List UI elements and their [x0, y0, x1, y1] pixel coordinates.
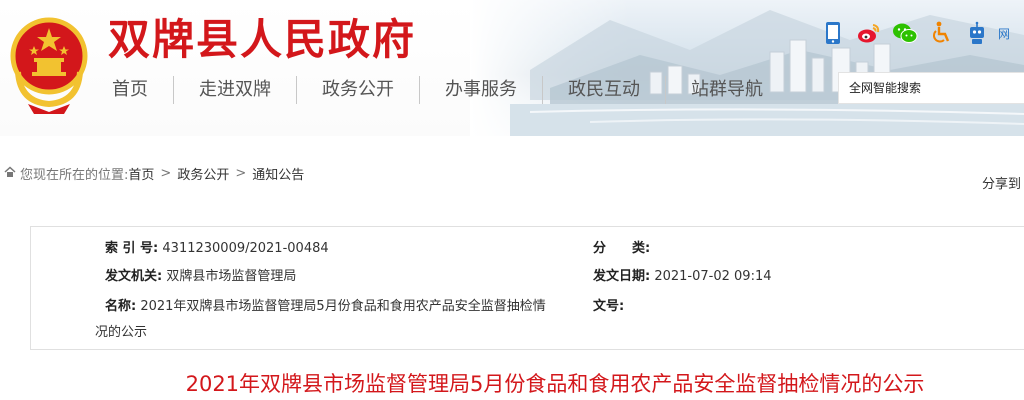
header-tools: 网 — [820, 20, 1010, 46]
nav-item-home[interactable]: 首页 — [96, 76, 174, 104]
date-value: 2021-07-02 09:14 — [654, 269, 772, 284]
breadcrumb-item-notices[interactable]: 通知公告 — [252, 164, 304, 183]
issuer-value: 双牌县市场监督管理局 — [166, 269, 297, 284]
name-value-line2: 况的公示 — [95, 325, 148, 340]
article-title: 2021年双牌县市场监督管理局5月份食品和食用农产品安全监督抽检情况的公示 — [185, 372, 925, 396]
search-box — [838, 72, 1024, 104]
wechat-icon[interactable] — [892, 20, 918, 46]
accessibility-icon[interactable] — [928, 20, 954, 46]
nav-item-about[interactable]: 走进双牌 — [174, 76, 297, 104]
index-label: 索 引 号: — [105, 241, 159, 256]
nav-item-site-group[interactable]: 站群导航 — [666, 76, 788, 104]
national-emblem-logo — [10, 17, 88, 114]
docno-label: 文号: — [593, 299, 625, 314]
name-label: 名称: — [105, 299, 137, 314]
robot-icon[interactable] — [964, 20, 990, 46]
nav-item-interaction[interactable]: 政民互动 — [543, 76, 666, 104]
info-name: 名称: 2021年双牌县市场监督管理局5月份食品和食用农产品安全监督抽检情 — [105, 295, 546, 314]
share-button[interactable]: 分享到 — [982, 173, 1021, 192]
name-value-line1: 2021年双牌县市场监督管理局5月份食品和食用农产品安全监督抽检情 — [140, 299, 546, 314]
breadcrumb-prefix: 您现在所在的位置: — [20, 168, 129, 183]
issuer-label: 发文机关: — [105, 269, 163, 284]
info-date: 发文日期: 2021-07-02 09:14 — [593, 265, 772, 284]
breadcrumb: 您现在所在的位置: 首页 > 政务公开 > 通知公告 — [4, 164, 304, 183]
breadcrumb-separator: > — [160, 166, 172, 181]
info-index: 索 引 号: 4311230009/2021-00484 — [105, 237, 329, 256]
date-label: 发文日期: — [593, 269, 651, 284]
main-nav: 首页 走进双牌 政务公开 办事服务 政民互动 站群导航 — [96, 74, 788, 106]
info-docno: 文号: — [593, 295, 624, 314]
tool-text-web[interactable]: 网 — [998, 25, 1010, 42]
info-name-cont: 况的公示 — [95, 321, 147, 340]
index-value: 4311230009/2021-00484 — [162, 241, 329, 256]
home-icon — [4, 165, 16, 182]
breadcrumb-separator: > — [235, 166, 247, 181]
nav-item-gov-affairs[interactable]: 政务公开 — [297, 76, 420, 104]
category-label: 分 类: — [593, 241, 651, 256]
breadcrumb-item-home[interactable]: 首页 — [128, 164, 154, 183]
search-input[interactable] — [839, 73, 1024, 103]
breadcrumb-item-gov-affairs[interactable]: 政务公开 — [177, 164, 229, 183]
document-info-box: 索 引 号: 4311230009/2021-00484 分 类: 发文机关: … — [30, 226, 1024, 350]
nav-item-services[interactable]: 办事服务 — [420, 76, 543, 104]
weibo-icon[interactable] — [856, 20, 882, 46]
site-title[interactable]: 双牌县人民政府 — [108, 6, 416, 67]
site-header: 双牌县人民政府 网 首页 走进双牌 政务公开 办事服务 政民互动 站群导航 — [0, 0, 1024, 136]
mobile-icon[interactable] — [820, 20, 846, 46]
info-issuer: 发文机关: 双牌县市场监督管理局 — [105, 265, 296, 284]
info-category: 分 类: — [593, 237, 650, 256]
